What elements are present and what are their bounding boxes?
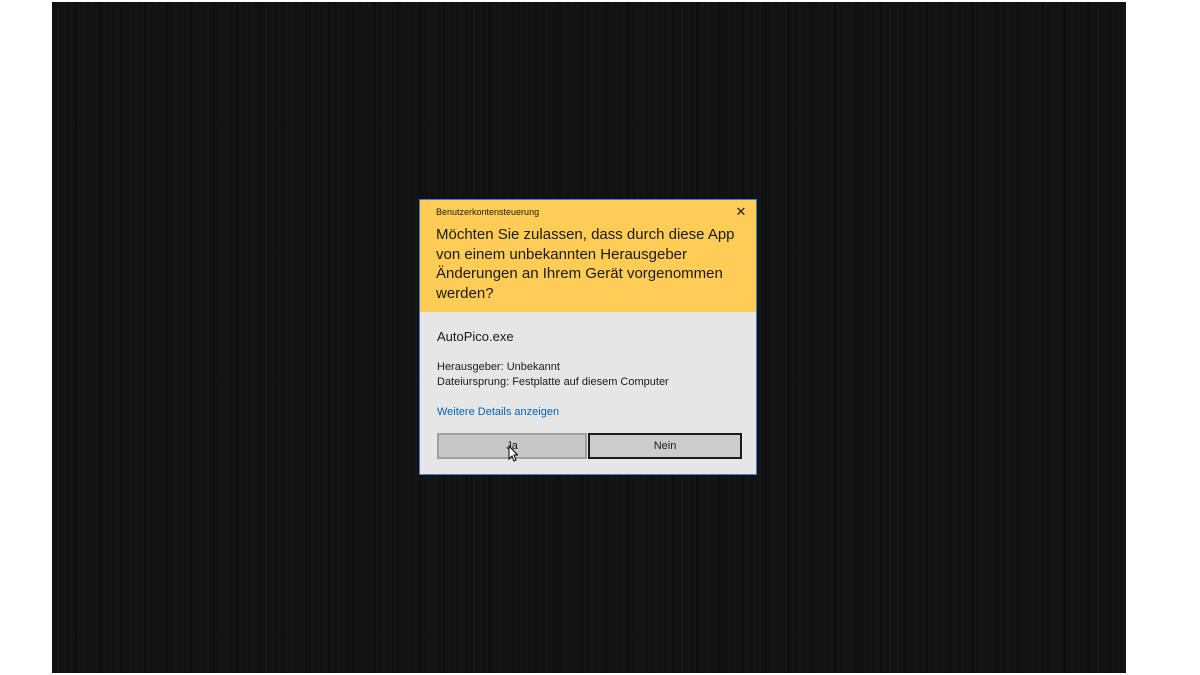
uac-question: Möchten Sie zulassen, dass durch diese A… (436, 226, 735, 302)
no-button[interactable]: Nein (588, 433, 742, 459)
uac-dialog: Benutzerkontensteuerung ✕ Möchten Sie zu… (419, 199, 757, 475)
dialog-title: Benutzerkontensteuerung (436, 207, 540, 217)
file-origin-info: Dateiursprung: Festplatte auf diesem Com… (437, 376, 669, 388)
mouse-pointer-icon (508, 445, 518, 462)
publisher-info: Herausgeber: Unbekannt (437, 361, 560, 373)
uac-header: Benutzerkontensteuerung ✕ Möchten Sie zu… (420, 200, 756, 312)
more-details-link[interactable]: Weitere Details anzeigen (437, 406, 559, 418)
app-name: AutoPico.exe (437, 329, 514, 344)
close-icon[interactable]: ✕ (732, 203, 750, 221)
